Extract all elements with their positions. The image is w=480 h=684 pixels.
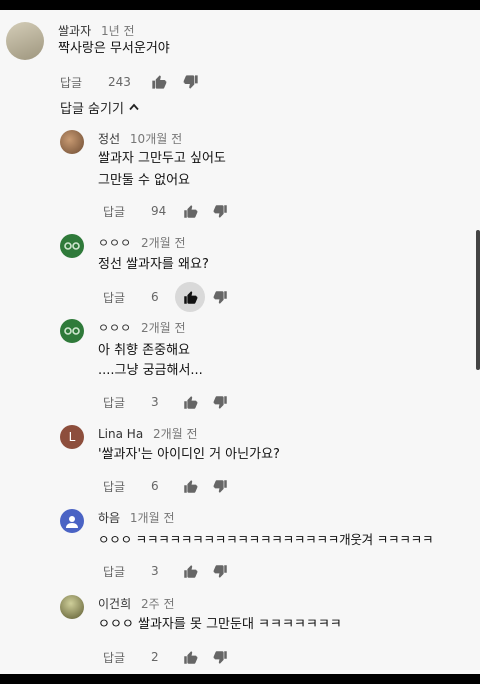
thumbs-up-icon[interactable] [177, 644, 203, 670]
like-count: 3 [151, 395, 159, 409]
reply-meta: 하음 1개월 전 [98, 509, 175, 526]
reply-meta: ㅇㅇㅇ 2개월 전 [98, 319, 186, 336]
reply-button[interactable]: 답글 [103, 649, 151, 666]
reply-time[interactable]: 10개월 전 [130, 132, 182, 146]
thumbs-down-icon[interactable] [207, 558, 233, 584]
reply-actions: 답글 94 [103, 198, 233, 224]
like-count: 3 [151, 564, 159, 578]
reply-text-line: '쌀과자'는 아이디인 거 아닌가요? [98, 447, 280, 462]
thumbs-up-icon[interactable] [177, 198, 203, 224]
thumbs-up-icon[interactable] [177, 558, 203, 584]
reply-text-line: 아 취향 존중해요 [98, 343, 190, 358]
thumbs-down-icon[interactable] [207, 644, 233, 670]
thumbs-up-icon[interactable] [146, 69, 172, 95]
thumbs-down-icon[interactable] [207, 198, 233, 224]
reply-text-line: 정선 쌀과자를 왜요? [98, 257, 209, 272]
chevron-up-icon [129, 100, 139, 115]
reply-time[interactable]: 2개월 전 [153, 427, 198, 441]
reply-time[interactable]: 1개월 전 [130, 511, 175, 525]
thumbs-down-icon[interactable] [207, 389, 233, 415]
reply-actions: 답글 2 [103, 644, 233, 670]
reply-author[interactable]: 정선 [98, 132, 120, 146]
reply-button[interactable]: 답글 [103, 563, 151, 580]
comment-text: 짝사랑은 무서운거야 [58, 41, 170, 56]
reply-actions: 답글 6 [103, 282, 233, 312]
scrollbar-thumb[interactable] [476, 230, 480, 370]
like-count: 94 [151, 204, 167, 218]
reply-button[interactable]: 답글 [103, 478, 151, 495]
reply-meta: 정선 10개월 전 [98, 130, 182, 147]
comment-time[interactable]: 1년 전 [101, 24, 135, 38]
reply-button[interactable]: 답글 [103, 289, 151, 306]
reply-actions: 답글 3 [103, 558, 233, 584]
reply-button[interactable]: 답글 [103, 203, 151, 220]
reply-text-line: ....그냥 궁금해서... [98, 363, 203, 378]
reply-time[interactable]: 2개월 전 [141, 321, 186, 335]
avatar[interactable] [60, 595, 84, 619]
thumbs-up-icon[interactable] [177, 473, 203, 499]
like-count: 243 [108, 75, 131, 89]
reply-time[interactable]: 2주 전 [141, 597, 175, 611]
reply-author[interactable]: ㅇㅇㅇ [98, 236, 131, 250]
reply-meta: 이건희 2주 전 [98, 595, 174, 612]
avatar[interactable]: L [60, 425, 84, 449]
reply-meta: Lina Ha 2개월 전 [98, 425, 198, 442]
avatar[interactable] [60, 130, 84, 154]
like-count: 6 [151, 479, 159, 493]
hide-replies-label: 답글 숨기기 [60, 102, 124, 117]
avatar-letter: L [68, 430, 76, 444]
thumbs-up-icon[interactable] [175, 282, 205, 312]
reply-text-line: 그만둘 수 없어요 [98, 173, 190, 188]
like-count: 2 [151, 650, 159, 664]
reply-actions: 답글 3 [103, 389, 233, 415]
reply-author[interactable]: 이건희 [98, 597, 131, 611]
comment-author[interactable]: 쌀과자 [58, 24, 91, 38]
comment-meta: 쌀과자 1년 전 [58, 22, 134, 39]
avatar[interactable] [60, 234, 84, 258]
thumbs-down-icon[interactable] [207, 473, 233, 499]
reply-meta: ㅇㅇㅇ 2개월 전 [98, 234, 186, 251]
reply-text-line: 쌀과자 그만두고 싶어도 [98, 151, 226, 166]
thumbs-up-icon[interactable] [177, 389, 203, 415]
reply-author[interactable]: 하음 [98, 511, 120, 525]
thumbs-down-icon[interactable] [207, 284, 233, 310]
like-count: 6 [151, 290, 159, 304]
reply-button[interactable]: 답글 [103, 394, 151, 411]
avatar[interactable] [60, 509, 84, 533]
reply-time[interactable]: 2개월 전 [141, 236, 186, 250]
avatar[interactable] [60, 319, 84, 343]
reply-text-line: ㅇㅇㅇ ㅋㅋㅋㅋㅋㅋㅋㅋㅋㅋㅋㅋㅋㅋㅋㅋㅋㅋ개웃겨 ㅋㅋㅋㅋㅋ [98, 532, 434, 547]
comments-panel: 쌀과자 1년 전 짝사랑은 무서운거야 답글 243 답글 숨기기 정선 10개… [0, 10, 480, 674]
hide-replies-button[interactable]: 답글 숨기기 [60, 98, 139, 117]
reply-author[interactable]: Lina Ha [98, 427, 143, 441]
thumbs-down-icon[interactable] [178, 69, 204, 95]
comment-actions: 답글 243 [60, 69, 204, 95]
avatar[interactable] [6, 22, 44, 60]
reply-actions: 답글 6 [103, 473, 233, 499]
reply-author[interactable]: ㅇㅇㅇ [98, 321, 131, 335]
reply-text-line: ㅇㅇㅇ 쌀과자를 못 그만둔대 ㅋㅋㅋㅋㅋㅋㅋ [98, 617, 342, 632]
reply-button[interactable]: 답글 [60, 74, 108, 91]
